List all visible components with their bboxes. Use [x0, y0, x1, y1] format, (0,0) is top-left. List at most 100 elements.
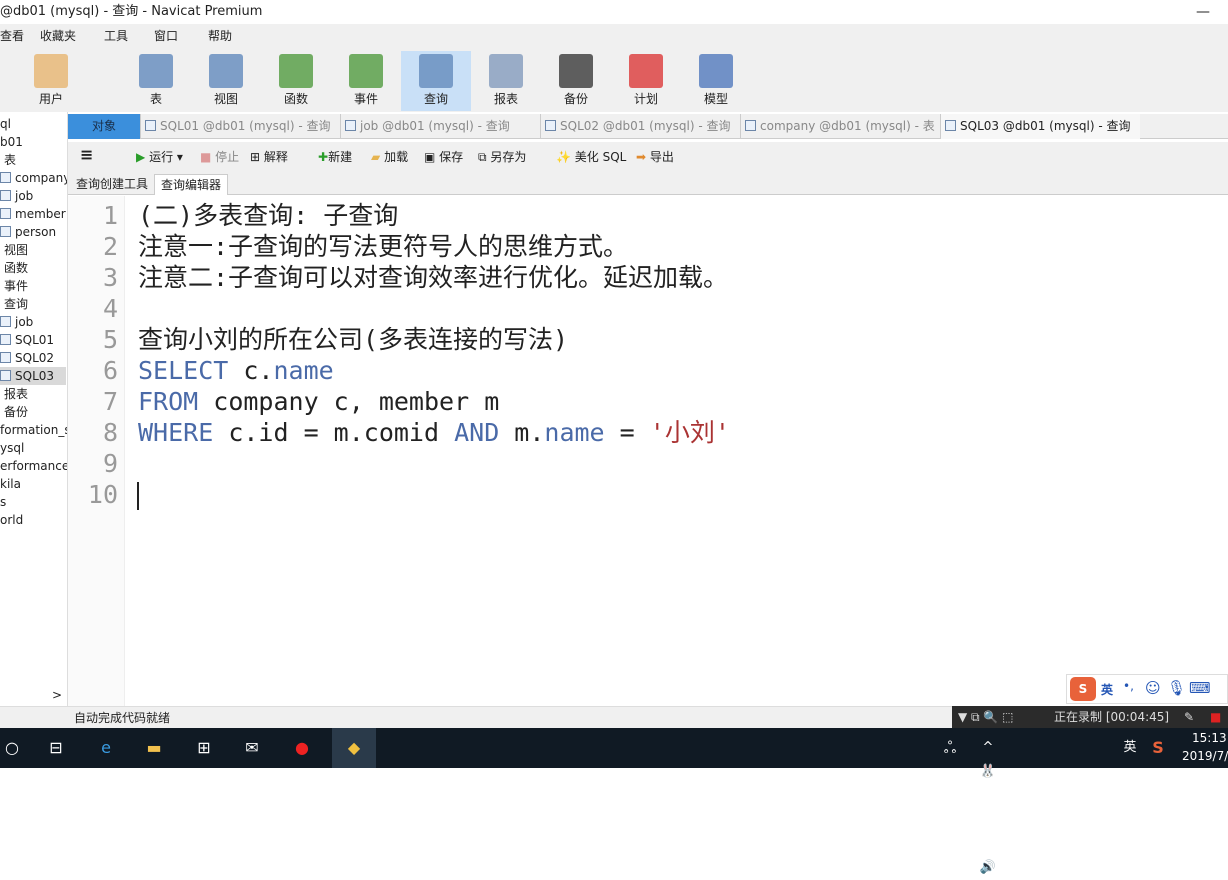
tree-item[interactable]: formation_s: [0, 421, 67, 439]
minimize-button[interactable]: —: [1178, 0, 1228, 24]
explorer-icon[interactable]: ▬: [142, 736, 166, 760]
tree-item[interactable]: 函数: [4, 259, 28, 277]
code-text: =: [604, 418, 650, 447]
start-button[interactable]: ○: [0, 736, 24, 760]
tree-item[interactable]: SQL02: [0, 349, 54, 367]
taskbar-lang[interactable]: 英: [1118, 736, 1142, 760]
ime-toolbar: S 英 •, ☺ 🎙 ⌨: [1066, 674, 1228, 704]
ime-punct[interactable]: •,: [1123, 679, 1134, 693]
tree-item[interactable]: orld: [0, 511, 23, 529]
tree-item[interactable]: company: [0, 169, 67, 187]
save-icon: ▣: [424, 150, 436, 164]
toolbar-table-button[interactable]: 表: [121, 51, 191, 111]
tree-item[interactable]: member: [0, 205, 66, 223]
save-as-button[interactable]: ⧉ 另存为: [478, 148, 526, 165]
menu-button[interactable]: ≡: [80, 145, 93, 164]
tree-item[interactable]: SQL01: [0, 331, 54, 349]
tree-item-label: 函数: [4, 261, 29, 275]
scroll-right-button[interactable]: >: [52, 688, 62, 702]
table-icon: [0, 208, 11, 219]
tree-item-label: 表: [4, 153, 17, 167]
people-icon[interactable]: ஃ: [938, 736, 962, 760]
recorder-icon[interactable]: ●: [290, 736, 314, 760]
sogou-tray-icon[interactable]: S: [1146, 736, 1170, 760]
load-button[interactable]: ▰ 加载: [371, 148, 408, 165]
query-icon: [345, 120, 356, 131]
tree-item[interactable]: person: [0, 223, 56, 241]
store-icon[interactable]: ⊞: [192, 736, 216, 760]
edge-icon[interactable]: e: [94, 736, 118, 760]
menu-item[interactable]: 窗口: [154, 24, 178, 48]
toolbar-backup-button[interactable]: 备份: [541, 51, 611, 111]
tree-item[interactable]: SQL03: [0, 367, 66, 385]
tab-query-editor[interactable]: 查询编辑器: [154, 174, 229, 195]
menu-item[interactable]: 工具: [104, 24, 128, 48]
menu-item[interactable]: 帮助: [208, 24, 232, 48]
pen-icon[interactable]: ✎: [1184, 706, 1194, 728]
menu-item[interactable]: 查看: [0, 24, 24, 48]
sogou-icon[interactable]: S: [1070, 677, 1096, 701]
code-line: WHERE c.id = m.comid AND m.name = '小刘': [138, 417, 730, 448]
ime-lang[interactable]: 英: [1101, 681, 1113, 698]
tree-item[interactable]: 查询: [4, 295, 28, 313]
tab-objects[interactable]: 对象: [68, 114, 140, 139]
beautify-sql-button[interactable]: ✨ 美化 SQL: [556, 148, 626, 165]
toolbar-view-button[interactable]: 视图: [191, 51, 261, 111]
tab-item[interactable]: SQL01 @db01 (mysql) - 查询: [140, 114, 340, 139]
tree-item[interactable]: erformance_: [0, 457, 67, 475]
tab-item[interactable]: SQL02 @db01 (mysql) - 查询: [540, 114, 740, 139]
tree-item-label: job: [15, 315, 34, 329]
tree-item[interactable]: 备份: [4, 403, 28, 421]
toolbar-model-button[interactable]: 模型: [681, 51, 751, 111]
new-button[interactable]: ✚新建: [318, 148, 352, 165]
menu-item[interactable]: 收藏夹: [40, 24, 76, 48]
tree-item[interactable]: ysql: [0, 439, 24, 457]
stop-button[interactable]: ■ 停止: [200, 148, 239, 165]
tab-item[interactable]: company @db01 (mysql) - 表: [740, 114, 940, 139]
query-icon: [419, 54, 453, 88]
clock-time[interactable]: 15:13: [1192, 731, 1227, 745]
tray-icons[interactable]: ^ 🐰 ⊕ ▭ ◢ 🔊: [976, 736, 1000, 875]
stop-record-icon[interactable]: ■: [1210, 706, 1221, 728]
code-line: 注意一:子查询的写法更符号人的思维方式。: [138, 231, 628, 262]
tree-item[interactable]: s: [0, 493, 6, 511]
toolbar-event-button[interactable]: 事件: [331, 51, 401, 111]
explain-button[interactable]: ⊞ 解释: [250, 148, 288, 165]
tab-item[interactable]: job @db01 (mysql) - 查询: [340, 114, 540, 139]
navicat-taskbar-icon[interactable]: ◆: [332, 728, 376, 768]
dropdown-icon[interactable]: ▼ ⧉ 🔍 ⬚: [958, 706, 1014, 728]
tree-item-label: member: [15, 207, 66, 221]
folder-icon: ▰: [371, 150, 381, 164]
tab-label: company @db01 (mysql) - 表: [760, 119, 935, 133]
keyboard-icon[interactable]: ⌨: [1189, 679, 1211, 697]
code-line: FROM company c, member m: [138, 386, 499, 417]
sql-editor[interactable]: 1 2 3 4 5 6 7 8 9 10 (二)多表查询: 子查询 注意一:子查询的写法更符号人的思…: [68, 196, 1228, 706]
tree-item-label: job: [15, 189, 34, 203]
tab-item[interactable]: SQL03 @db01 (mysql) - 查询: [940, 114, 1140, 139]
toolbar-schedule-button[interactable]: 计划: [611, 51, 681, 111]
emoji-icon[interactable]: ☺: [1145, 679, 1161, 697]
save-button[interactable]: ▣ 保存: [424, 148, 463, 165]
tree-item[interactable]: 报表: [4, 385, 28, 403]
run-button[interactable]: ▶ 运行 ▾: [136, 148, 183, 165]
tree-item[interactable]: 表: [4, 151, 16, 169]
tree-item[interactable]: job: [0, 313, 33, 331]
tree-item[interactable]: kila: [0, 475, 21, 493]
toolbar-function-button[interactable]: 函数: [261, 51, 331, 111]
microphone-icon[interactable]: 🎙: [1167, 679, 1186, 697]
toolbar-query-button[interactable]: 查询: [401, 51, 471, 111]
tree-item[interactable]: 视图: [4, 241, 28, 259]
export-button[interactable]: ➡ 导出: [636, 148, 674, 165]
tree-item[interactable]: 事件: [4, 277, 28, 295]
query-icon: [145, 120, 156, 131]
tree-item[interactable]: ql: [0, 115, 11, 133]
clock-date[interactable]: 2019/7/: [1182, 749, 1228, 763]
task-view-icon[interactable]: ⊟: [44, 736, 68, 760]
toolbar-report-button[interactable]: 报表: [471, 51, 541, 111]
line-number: 4: [102, 294, 118, 323]
mail-icon[interactable]: ✉: [240, 736, 264, 760]
toolbar-user-button[interactable]: 用户: [16, 51, 86, 111]
tab-query-builder[interactable]: 查询创建工具: [70, 174, 154, 195]
tree-item[interactable]: b01: [0, 133, 23, 151]
tree-item[interactable]: job: [0, 187, 33, 205]
